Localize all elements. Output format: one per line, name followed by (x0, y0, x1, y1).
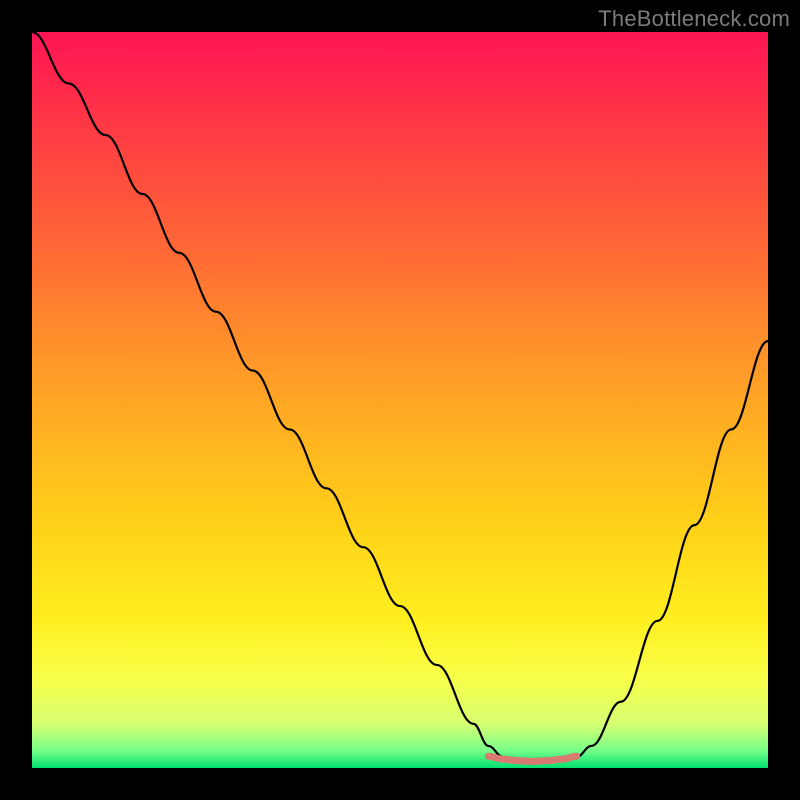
curve-svg (32, 32, 768, 768)
chart-frame: TheBottleneck.com (0, 0, 800, 800)
plot-area (32, 32, 768, 768)
watermark-text: TheBottleneck.com (598, 6, 790, 32)
bottleneck-curve (32, 32, 768, 761)
sweet-spot-segment (488, 756, 576, 761)
